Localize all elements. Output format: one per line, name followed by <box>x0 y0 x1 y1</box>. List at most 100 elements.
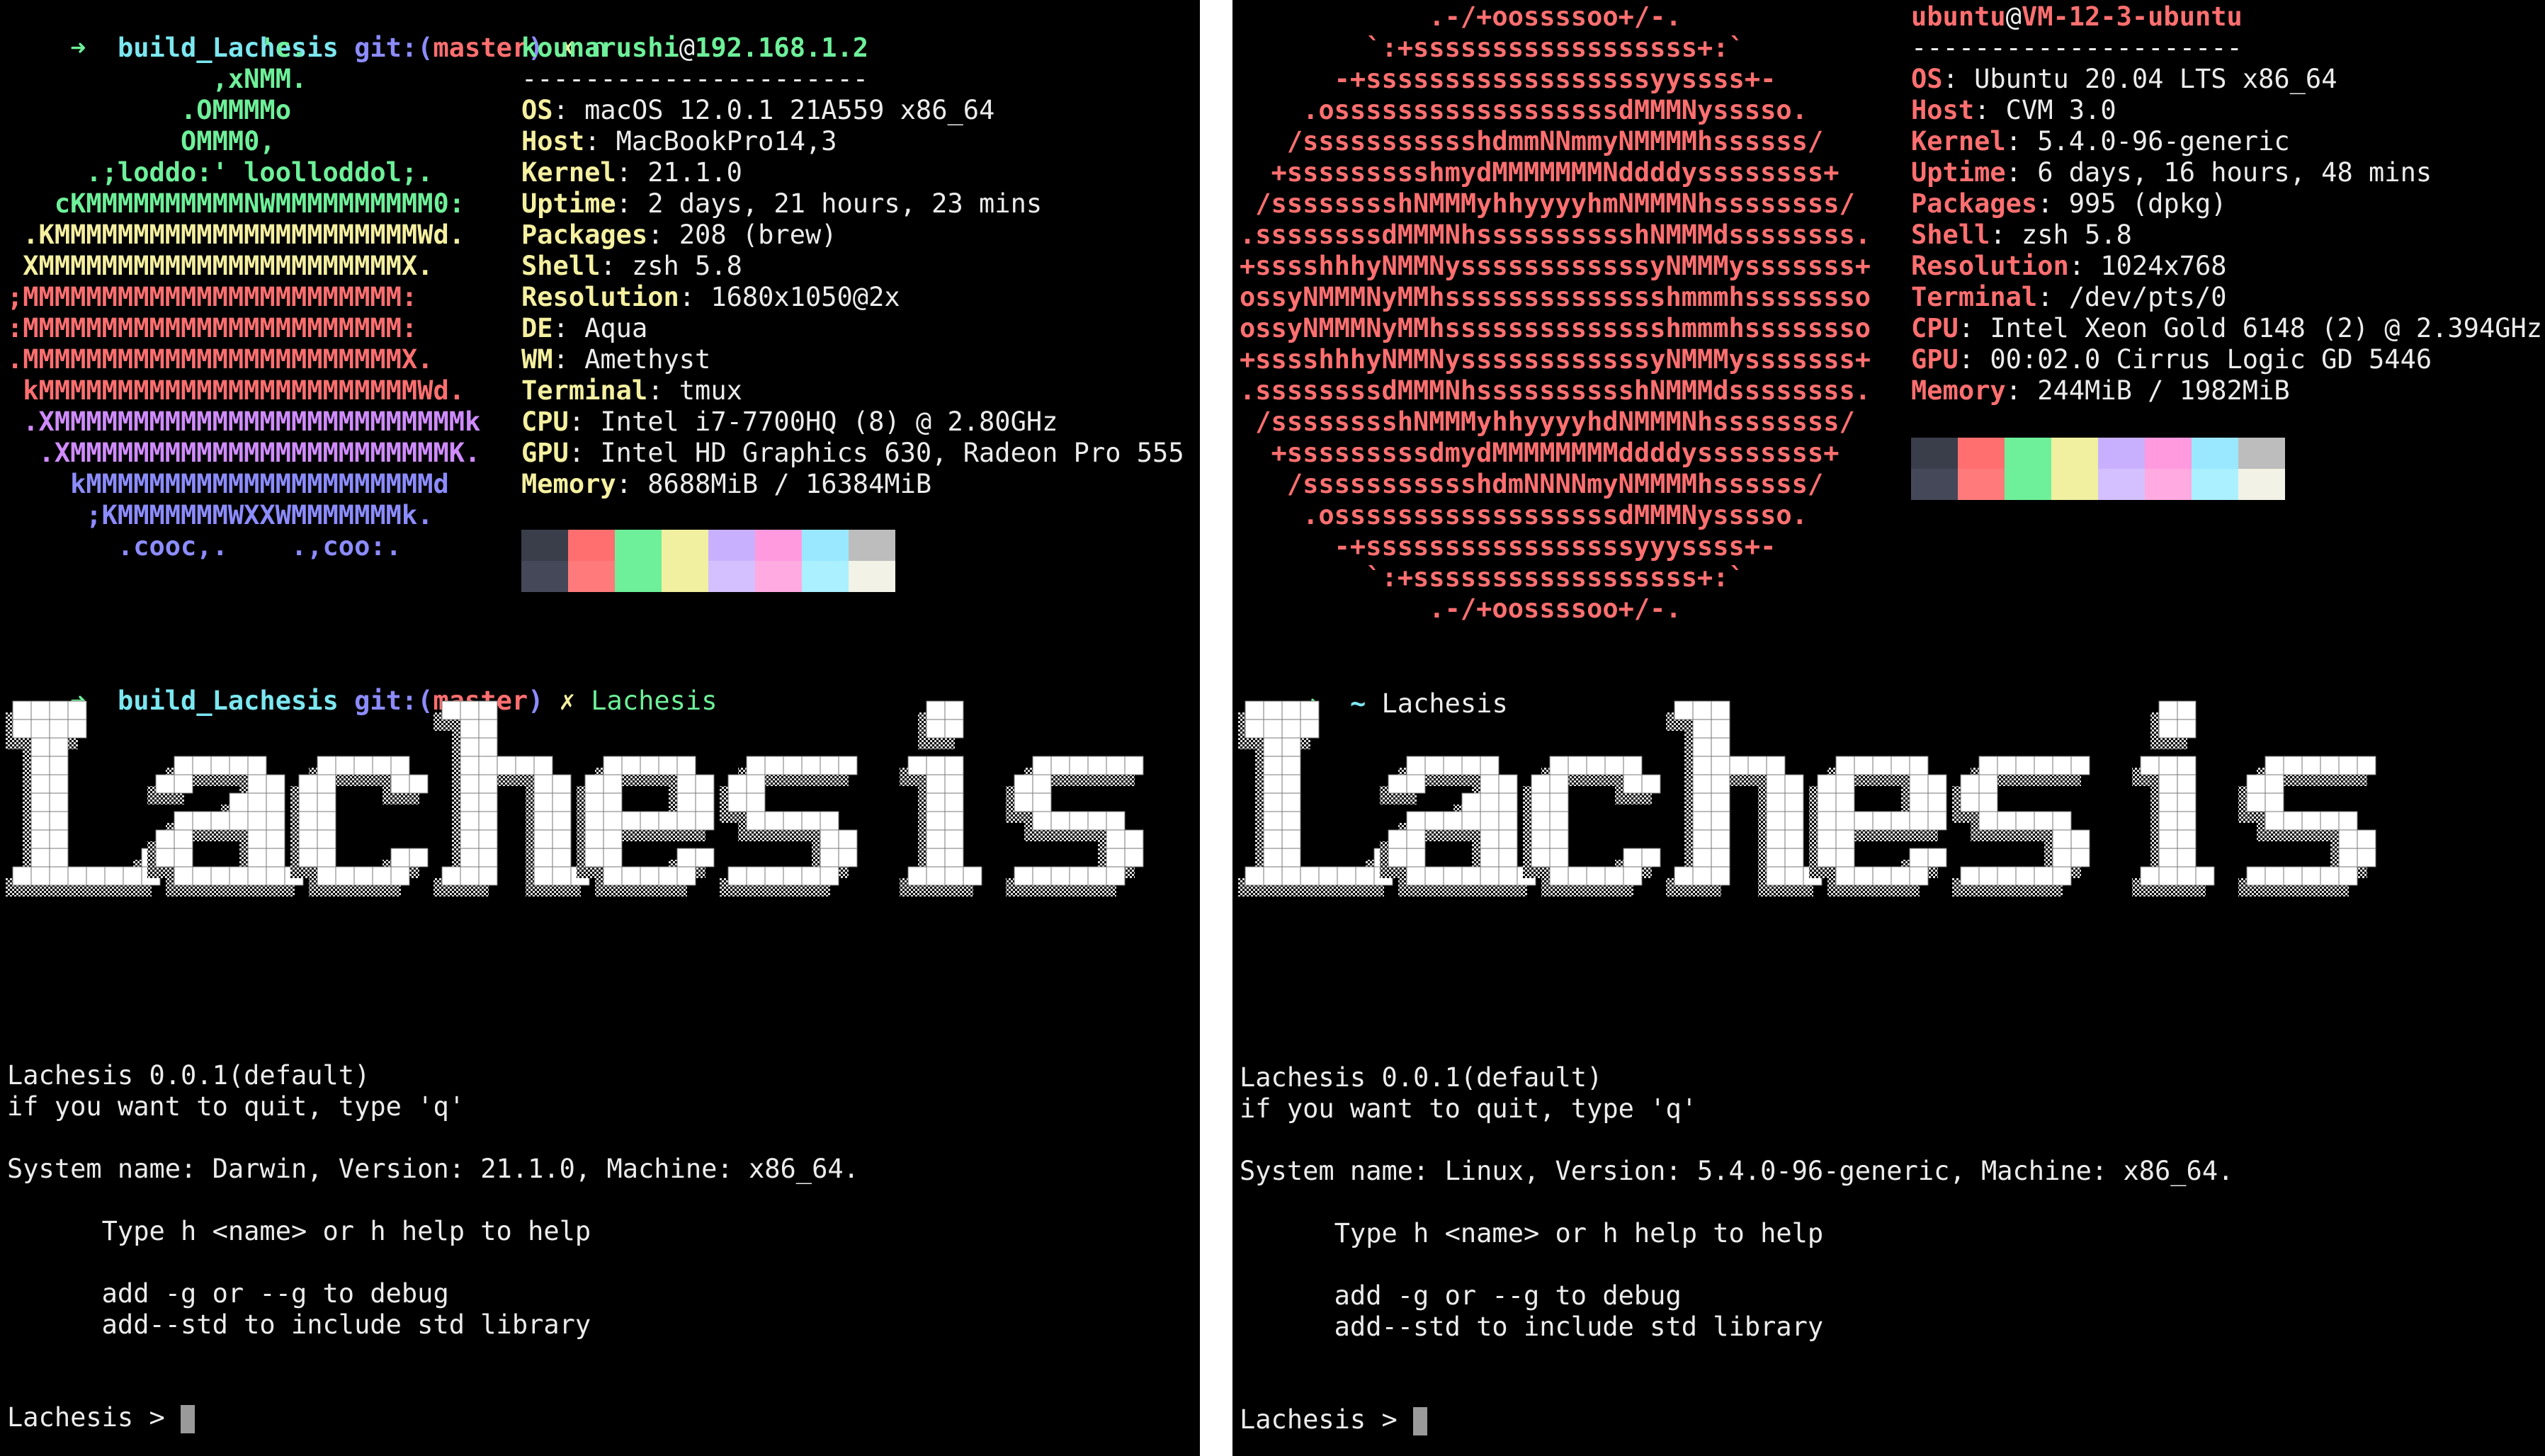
palette-swatch <box>2005 438 2051 469</box>
banner-letter <box>1523 756 1661 897</box>
info-value: 1024x768 <box>2100 251 2227 281</box>
info-row-host: Host: CVM 3.0 <box>1911 95 2116 126</box>
logo-line: kMMMMMMMMMMMMMMMMMMMMMMMMWd. <box>7 375 465 406</box>
logo-line: /sssssssshNMMMyhhyyyyhdNMMMNhssssssss/ <box>1240 406 1855 437</box>
info-value: 208 (brew) <box>679 220 837 250</box>
info-row-gpu: GPU: 00:02.0 Cirrus Logic GD 5446 <box>1911 344 2432 375</box>
palette-swatch <box>521 561 568 592</box>
palette-swatch <box>2098 469 2145 500</box>
logo-line: .ssssssssdMMMNhsssssssssshNMMMdssssssss. <box>1240 375 1871 406</box>
info-row-terminal: Terminal: /dev/pts/0 <box>1911 282 2227 313</box>
info-value: Amethyst <box>584 344 711 375</box>
palette-swatch <box>755 530 802 561</box>
help-hint-text: Type h <name> or h help to help <box>7 1216 591 1246</box>
palette-swatch <box>2238 438 2285 469</box>
palette-swatch <box>662 530 708 561</box>
palette-swatch <box>1911 469 1958 500</box>
info-colon: : <box>600 251 632 281</box>
left-terminal-pane[interactable]: ➜ build_Lachesis git:(master) ✗ n 'c. ,x… <box>0 0 1200 1456</box>
info-row-resolution: Resolution: 1024x768 <box>1911 251 2227 282</box>
logo-line: cKMMMMMMMMMMNWMMMMMMMMMM0: <box>7 188 465 219</box>
system-info-text: System name: Linux, Version: 5.4.0-96-ge… <box>1240 1156 2234 1186</box>
palette-swatch <box>2051 469 2098 500</box>
info-key: CPU <box>521 406 569 437</box>
info-key: Terminal <box>521 375 648 406</box>
info-colon: : <box>647 220 679 250</box>
logo-line: /ssssssssssshdmNNNNmyNMMMMhssssss/ <box>1240 469 1824 499</box>
version-text: Lachesis 0.0.1(default) <box>7 1060 370 1091</box>
user-host-title: kounarushi@192.168.1.2 <box>521 33 868 64</box>
info-row-cpu: CPU: Intel Xeon Gold 6148 (2) @ 2.394GHz <box>1911 313 2542 344</box>
git-label: git:( <box>354 33 433 63</box>
banner-letter <box>147 756 304 897</box>
palette-swatch <box>708 530 755 561</box>
user-host-title: ubuntu@VM-12-3-ubuntu <box>1911 1 2243 33</box>
banner-letter <box>1238 700 1393 897</box>
palette-swatch <box>615 530 662 561</box>
logo-line: OMMM0, <box>7 126 276 157</box>
logo-line: .-/+oossssoo+/-. <box>1240 593 1682 624</box>
logo-line: 'c. <box>7 33 307 63</box>
info-row-os: OS: macOS 12.0.1 21A559 x86_64 <box>521 95 994 126</box>
info-row-kernel: Kernel: 5.4.0-96-generic <box>1911 126 2290 157</box>
logo-line: /ssssssssssshdmmNNmmyNMMMMhssssss/ <box>1240 126 1824 157</box>
palette-swatch <box>2051 438 2098 469</box>
info-value: 995 (dpkg) <box>2068 188 2227 219</box>
info-key: Packages <box>521 220 648 250</box>
info-row-resolution: Resolution: 1680x1050@2x <box>521 282 900 313</box>
palette-swatch <box>849 530 895 561</box>
info-colon: : <box>2005 157 2038 188</box>
logo-line: .KMMMMMMMMMMMMMMMMMMMMMMMWd. <box>7 220 465 250</box>
palette-swatch <box>802 561 849 592</box>
logo-line: ,xNMM. <box>7 64 307 94</box>
logo-line: .OMMMMo <box>7 95 291 125</box>
info-key: Kernel <box>1911 126 2006 157</box>
logo-line: +ssssssssshmydMMMMMMMNddddyssssssss+ <box>1240 157 1840 188</box>
std-hint-text: add--std to include std library <box>7 1309 591 1340</box>
info-row-wm: WM: Amethyst <box>521 344 710 375</box>
info-value: 1680x1050@2x <box>710 282 900 312</box>
info-row-uptime: Uptime: 2 days, 21 hours, 23 mins <box>521 188 1042 220</box>
info-colon: : <box>647 375 679 406</box>
info-row-packages: Packages: 208 (brew) <box>521 220 837 251</box>
hostname: VM-12-3-ubuntu <box>2021 1 2243 32</box>
info-key: Uptime <box>521 188 616 219</box>
username: ubuntu <box>1911 1 2006 32</box>
info-row-shell: Shell: zsh 5.8 <box>521 251 742 282</box>
logo-line: .cooc,. .,coo:. <box>7 531 402 562</box>
repl-prompt[interactable]: Lachesis > <box>7 1402 195 1433</box>
info-colon: : <box>616 188 648 219</box>
info-row-memory: Memory: 8688MiB / 16384MiB <box>521 469 931 500</box>
palette-swatch <box>802 530 849 561</box>
logo-line: .MMMMMMMMMMMMMMMMMMMMMMMMX. <box>7 344 433 375</box>
palette-swatch <box>755 561 802 592</box>
hostname: 192.168.1.2 <box>695 33 869 63</box>
info-value: 21.1.0 <box>647 157 742 188</box>
version-text: Lachesis 0.0.1(default) <box>1240 1062 1603 1093</box>
info-colon: : <box>2037 188 2069 219</box>
info-key: WM <box>521 344 553 375</box>
info-colon: : <box>552 344 585 375</box>
info-value: macOS 12.0.1 21A559 x86_64 <box>584 95 995 125</box>
right-terminal-pane[interactable]: .-/+oossssoo+/-. `:+ssssssssssssssssss+:… <box>1232 0 2545 1456</box>
logo-line: +sssshhhyNMMNyssssssssssssyNMMMysssssss+ <box>1240 251 1871 281</box>
info-row-de: DE: Aqua <box>521 313 647 344</box>
debug-hint-text: add -g or --g to debug <box>7 1278 449 1309</box>
info-colon: : <box>616 157 648 188</box>
logo-line: .ossssssssssssssssssdMMMNysssso. <box>1240 95 1808 125</box>
info-value: CVM 3.0 <box>2005 95 2116 125</box>
palette-swatch <box>2238 469 2285 500</box>
quit-hint-text: if you want to quit, type 'q' <box>1240 1093 1698 1124</box>
info-value: Intel HD Graphics 630, Radeon Pro 555 <box>600 438 1184 468</box>
quit-hint-text: if you want to quit, type 'q' <box>7 1091 465 1122</box>
info-key: Uptime <box>1911 157 2006 188</box>
info-colon: : <box>568 438 601 468</box>
info-colon: : <box>1974 95 2006 125</box>
info-key: Memory <box>1911 375 2006 406</box>
debug-hint-text: add -g or --g to debug <box>1240 1280 1682 1311</box>
repl-prompt[interactable]: Lachesis > <box>1240 1404 1428 1435</box>
palette-swatch <box>521 530 568 561</box>
info-key: GPU <box>521 438 569 468</box>
palette-swatch <box>1911 438 1958 469</box>
palette-swatch <box>2145 469 2192 500</box>
